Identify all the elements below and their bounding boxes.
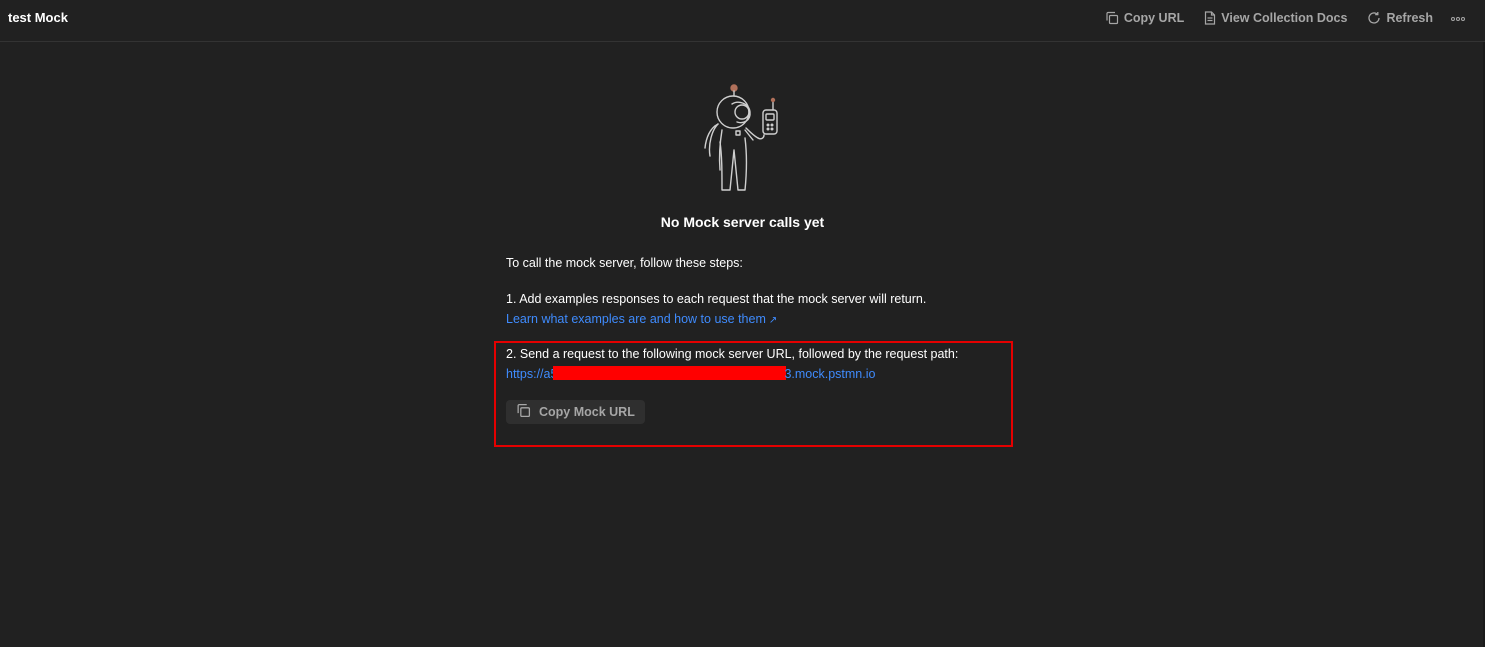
step-2: 2. Send a request to the following mock … [506,344,1006,384]
mock-url-link[interactable]: https://a5 3.mock.pstmn.io [506,364,1006,384]
more-options-button[interactable] [1451,9,1465,27]
learn-examples-link-label: Learn what examples are and how to use t… [506,312,766,326]
mock-url-suffix: 3.mock.pstmn.io [784,367,876,381]
header-bar: test Mock Copy URL View Collection Docs [0,0,1485,42]
view-collection-docs-label: View Collection Docs [1221,11,1348,25]
copy-mock-url-button[interactable]: Copy Mock URL [506,400,645,424]
page-title: test Mock [8,10,68,25]
copy-url-button[interactable]: Copy URL [1105,11,1184,25]
learn-examples-link[interactable]: Learn what examples are and how to use t… [506,312,777,326]
refresh-button[interactable]: Refresh [1367,11,1433,25]
step-2-text: 2. Send a request to the following mock … [506,347,959,361]
instructions-intro: To call the mock server, follow these st… [506,256,743,270]
copy-mock-url-label: Copy Mock URL [539,405,635,419]
more-horizontal-icon [1451,9,1465,27]
view-collection-docs-button[interactable]: View Collection Docs [1204,11,1347,25]
astronaut-illustration [690,82,785,197]
step-1-text: 1. Add examples responses to each reques… [506,292,927,306]
empty-state-title: No Mock server calls yet [660,214,825,230]
copy-icon [516,403,531,421]
redaction-bar [553,366,787,380]
copy-icon [1105,11,1119,25]
external-link-icon: ↗ [768,315,778,326]
copy-url-label: Copy URL [1123,11,1185,25]
document-icon [1204,11,1216,25]
toolbar: Copy URL View Collection Docs Refresh [1085,9,1465,27]
refresh-label: Refresh [1386,11,1433,25]
instructions: To call the mock server, follow these st… [506,253,1006,331]
mock-url-prefix: https://a5 [506,367,558,381]
refresh-icon [1367,11,1381,25]
